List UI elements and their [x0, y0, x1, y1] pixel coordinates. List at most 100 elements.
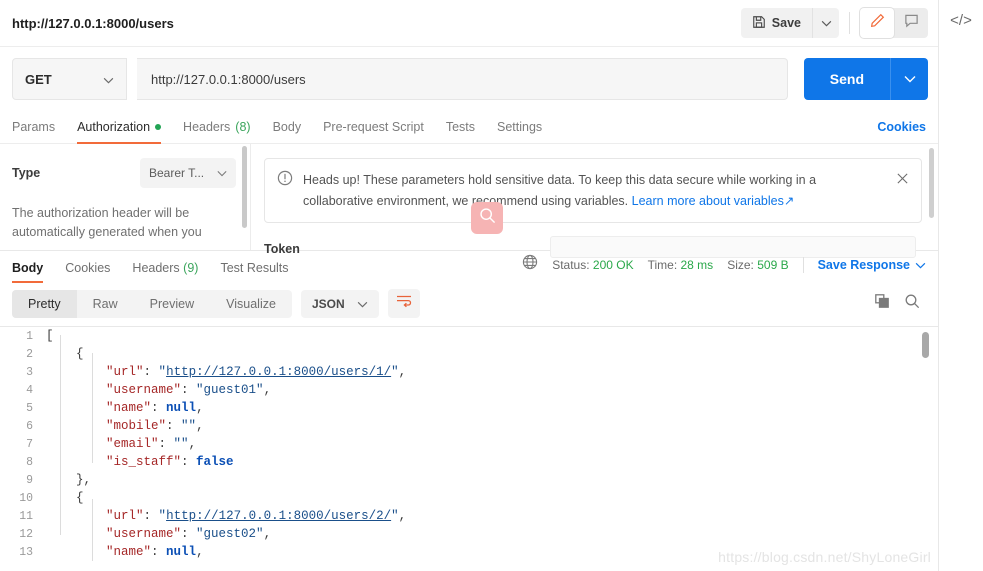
- code-text[interactable]: "mobile": "",: [46, 419, 204, 433]
- word-wrap-button[interactable]: [387, 289, 420, 318]
- code-text[interactable]: {: [46, 491, 84, 505]
- code-text[interactable]: "name": null,: [46, 401, 204, 415]
- code-token: :: [166, 419, 182, 433]
- response-tab-cookies-label: Cookies: [65, 261, 111, 275]
- response-tab-headers-label: Headers: [132, 261, 180, 275]
- tab-tests-label: Tests: [445, 120, 475, 134]
- indent-guide: [92, 499, 93, 561]
- line-number: 2: [26, 347, 33, 361]
- code-token: "email": [106, 437, 159, 451]
- code-text[interactable]: "username": "guest01",: [46, 383, 271, 397]
- line-number: 12: [19, 527, 33, 541]
- code-token: ,: [263, 527, 272, 541]
- code-text[interactable]: "username": "guest02",: [46, 527, 271, 541]
- tab-body-label: Body: [272, 120, 302, 134]
- language-select[interactable]: JSON: [300, 289, 379, 318]
- code-line: 7 "email": "",: [0, 435, 938, 453]
- tab-settings-label: Settings: [497, 120, 543, 134]
- code-text[interactable]: [: [46, 329, 54, 343]
- format-preview[interactable]: Preview: [134, 290, 210, 318]
- response-tab-headers[interactable]: Headers (9): [121, 261, 209, 283]
- response-body-scrollbar[interactable]: [922, 332, 929, 358]
- tab-headers[interactable]: Headers (8): [172, 120, 262, 143]
- code-line: 4 "username": "guest01",: [0, 381, 938, 399]
- auth-status-dot: [155, 124, 162, 130]
- copy-icon[interactable]: [874, 293, 890, 314]
- code-line: 1[: [0, 327, 938, 345]
- tab-tests[interactable]: Tests: [435, 120, 486, 143]
- code-token: false: [196, 455, 234, 469]
- auth-hint-text: The authorization header will be automat…: [12, 206, 202, 240]
- chevron-down-icon: [103, 72, 114, 87]
- tab-pre-request-script-label: Pre-request Script: [323, 120, 424, 134]
- chevron-down-icon: [821, 14, 832, 32]
- save-button-label: Save: [771, 16, 801, 30]
- tab-body[interactable]: Body: [262, 120, 313, 143]
- response-tab-test-results-label: Test Results: [220, 261, 289, 275]
- tab-params[interactable]: Params: [12, 120, 66, 143]
- code-url-link[interactable]: http://127.0.0.1:8000/users/2/: [166, 509, 391, 523]
- line-number: 7: [26, 437, 33, 451]
- auth-right-column: Heads up! These parameters hold sensitiv…: [250, 144, 938, 258]
- code-token: :: [151, 401, 167, 415]
- auth-left-column: Type Bearer T... The authorization heade…: [0, 144, 250, 250]
- code-line: 8 "is_staff": false: [0, 453, 938, 471]
- learn-more-link[interactable]: Learn more about variables: [632, 194, 784, 208]
- code-token: ": [391, 509, 399, 523]
- code-icon[interactable]: </>: [950, 12, 972, 571]
- response-tab-cookies[interactable]: Cookies: [54, 261, 121, 283]
- code-token: ": [391, 365, 399, 379]
- code-token: "": [181, 419, 197, 433]
- info-circle-icon: [277, 170, 293, 191]
- code-text[interactable]: {: [46, 347, 84, 361]
- toolbar-divider: [849, 12, 850, 34]
- edit-mode-button[interactable]: [860, 8, 894, 38]
- code-url-link[interactable]: http://127.0.0.1:8000/users/1/: [166, 365, 391, 379]
- auth-left-scrollbar[interactable]: [242, 146, 247, 228]
- code-line: 6 "mobile": "",: [0, 417, 938, 435]
- send-button[interactable]: Send: [803, 58, 890, 100]
- tab-pre-request-script[interactable]: Pre-request Script: [312, 120, 435, 143]
- code-token: :: [181, 527, 197, 541]
- comment-button[interactable]: [894, 8, 928, 38]
- format-raw[interactable]: Raw: [77, 290, 134, 318]
- code-token: "": [173, 437, 189, 451]
- save-options-button[interactable]: [812, 8, 839, 38]
- code-text[interactable]: },: [46, 473, 91, 487]
- search-tool-badge[interactable]: [471, 202, 503, 234]
- code-token: {: [76, 491, 84, 505]
- send-options-button[interactable]: [890, 58, 928, 100]
- code-text[interactable]: "url": "http://127.0.0.1:8000/users/1/",: [46, 365, 406, 379]
- save-response-button[interactable]: Save Response: [818, 258, 926, 272]
- auth-type-select[interactable]: Bearer T...: [140, 158, 236, 188]
- code-text[interactable]: "url": "http://127.0.0.1:8000/users/2/",: [46, 509, 406, 523]
- code-text[interactable]: "name": null,: [46, 545, 204, 559]
- format-visualize[interactable]: Visualize: [210, 290, 292, 318]
- code-token: null: [166, 545, 197, 559]
- tab-settings[interactable]: Settings: [486, 120, 553, 143]
- size-badge: Size: 509 B: [727, 258, 788, 272]
- auth-right-scrollbar[interactable]: [929, 148, 934, 218]
- code-line: 5 "name": null,: [0, 399, 938, 417]
- tab-authorization[interactable]: Authorization: [66, 120, 172, 144]
- request-tabs: Params Authorization Headers (8) Body Pr…: [0, 111, 938, 144]
- response-tab-body[interactable]: Body: [12, 261, 54, 283]
- url-input[interactable]: http://127.0.0.1:8000/users: [137, 58, 788, 100]
- format-pretty[interactable]: Pretty: [12, 289, 77, 318]
- code-text[interactable]: "is_staff": false: [46, 455, 234, 469]
- cookies-link[interactable]: Cookies: [877, 120, 926, 143]
- http-method-select[interactable]: GET: [12, 58, 127, 100]
- search-icon[interactable]: [904, 293, 920, 314]
- code-token: "username": [106, 383, 182, 397]
- request-title-bar: http://127.0.0.1:8000/users Save: [0, 0, 938, 47]
- size-value: 509 B: [757, 257, 789, 272]
- line-number: 11: [19, 509, 33, 523]
- response-body-actions: [874, 293, 926, 314]
- close-icon[interactable]: [896, 170, 909, 188]
- code-line: 11 "url": "http://127.0.0.1:8000/users/2…: [0, 507, 938, 525]
- pencil-icon: [870, 13, 885, 33]
- code-text[interactable]: "email": "",: [46, 437, 196, 451]
- save-button[interactable]: Save: [740, 8, 812, 38]
- response-tab-test-results[interactable]: Test Results: [209, 261, 299, 283]
- code-token: "username": [106, 527, 182, 541]
